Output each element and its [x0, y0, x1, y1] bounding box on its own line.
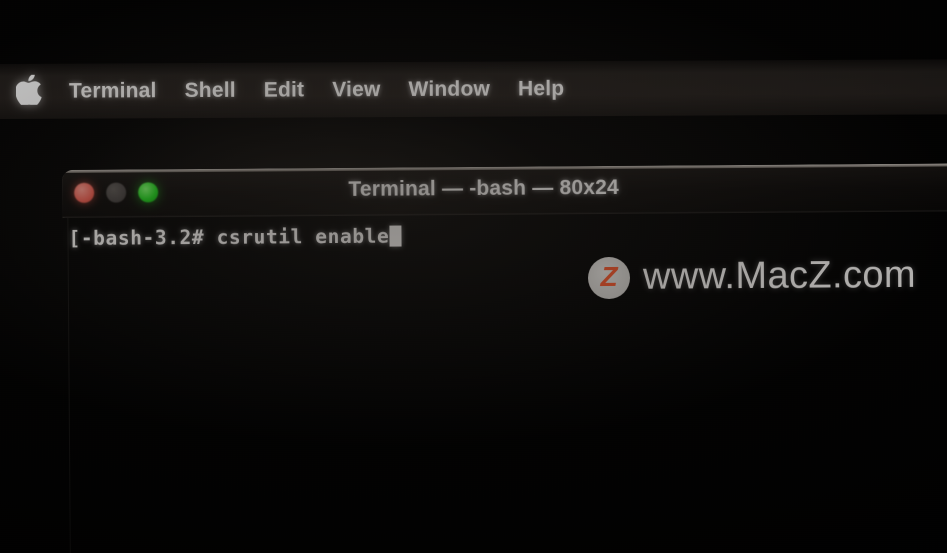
- terminal-prompt-line: [-bash-3.2# csrutil enable: [68, 219, 947, 252]
- menu-item-window[interactable]: Window: [408, 77, 490, 101]
- menu-bar: Terminal Shell Edit View Window Help: [0, 59, 947, 119]
- menu-item-view[interactable]: View: [332, 78, 380, 102]
- terminal-left-edge: [67, 217, 71, 553]
- terminal-command-text: [-bash-3.2# csrutil enable: [68, 224, 390, 250]
- terminal-title-bar[interactable]: Terminal — -bash — 80x24: [62, 166, 947, 217]
- menu-item-shell[interactable]: Shell: [185, 78, 236, 102]
- screen-photo: Terminal Shell Edit View Window Help Ter…: [0, 0, 947, 553]
- menu-item-terminal[interactable]: Terminal: [69, 79, 157, 103]
- macz-logo-letter: Z: [600, 260, 618, 292]
- window-title: Terminal — -bash — 80x24: [348, 175, 619, 201]
- terminal-window[interactable]: Terminal — -bash — 80x24 [-bash-3.2# csr…: [62, 163, 947, 553]
- terminal-cursor: [389, 225, 402, 247]
- macz-logo-icon: Z: [587, 256, 631, 299]
- menu-item-edit[interactable]: Edit: [264, 78, 305, 102]
- watermark-url-text: www.MacZ.com: [642, 253, 917, 298]
- menu-item-help[interactable]: Help: [518, 77, 564, 101]
- watermark: Z www.MacZ.com: [587, 253, 917, 299]
- apple-logo-icon[interactable]: [15, 74, 42, 105]
